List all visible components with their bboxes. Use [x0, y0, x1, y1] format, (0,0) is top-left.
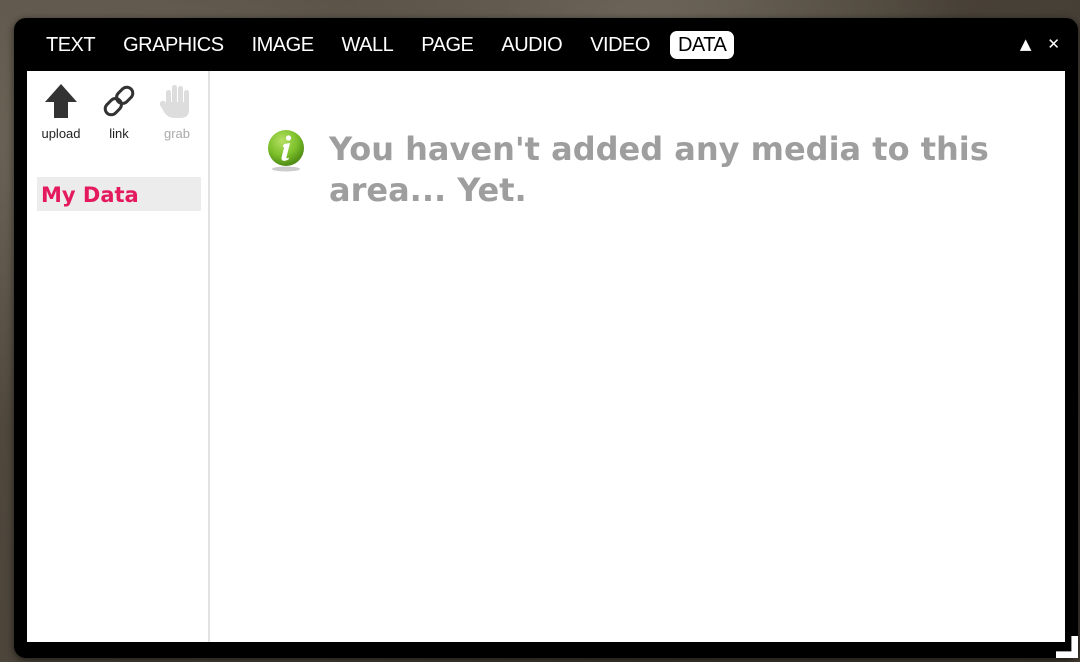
tab-page[interactable]: PAGE — [413, 31, 481, 59]
upload-button[interactable]: upload — [35, 81, 87, 141]
media-area: You haven't added any media to this area… — [210, 71, 1065, 642]
tab-graphics[interactable]: GRAPHICS — [115, 31, 231, 59]
info-icon — [266, 128, 306, 172]
tool-row: upload link grab — [35, 81, 203, 141]
link-label: link — [109, 126, 129, 141]
chain-link-icon — [99, 81, 139, 121]
panel-content: upload link grab My Data You haven't add… — [27, 71, 1065, 642]
link-button[interactable]: link — [93, 81, 145, 141]
tab-list: TEXT GRAPHICS IMAGE WALL PAGE AUDIO VIDE… — [38, 29, 746, 61]
window-controls: ▲ ✕ — [1020, 34, 1060, 54]
empty-state-message: You haven't added any media to this area… — [329, 130, 989, 209]
tab-video[interactable]: VIDEO — [582, 31, 658, 59]
close-icon[interactable]: ✕ — [1047, 34, 1060, 54]
upload-label: upload — [41, 126, 81, 141]
tab-bar: TEXT GRAPHICS IMAGE WALL PAGE AUDIO VIDE… — [14, 18, 1078, 70]
hand-icon — [157, 81, 197, 121]
tab-data[interactable]: DATA — [669, 31, 735, 59]
triangle-up-icon[interactable]: ▲ — [1020, 34, 1032, 54]
tab-wall[interactable]: WALL — [334, 31, 402, 59]
tab-text[interactable]: TEXT — [38, 31, 103, 59]
grab-button[interactable]: grab — [151, 81, 203, 141]
sidebar: upload link grab My Data — [27, 71, 210, 642]
grab-label: grab — [163, 126, 191, 141]
sidebar-item-my-data[interactable]: My Data — [37, 177, 201, 211]
tab-image[interactable]: IMAGE — [244, 31, 322, 59]
upload-arrow-icon — [41, 81, 81, 121]
media-panel-window: TEXT GRAPHICS IMAGE WALL PAGE AUDIO VIDE… — [14, 18, 1078, 658]
tab-audio[interactable]: AUDIO — [493, 31, 570, 59]
